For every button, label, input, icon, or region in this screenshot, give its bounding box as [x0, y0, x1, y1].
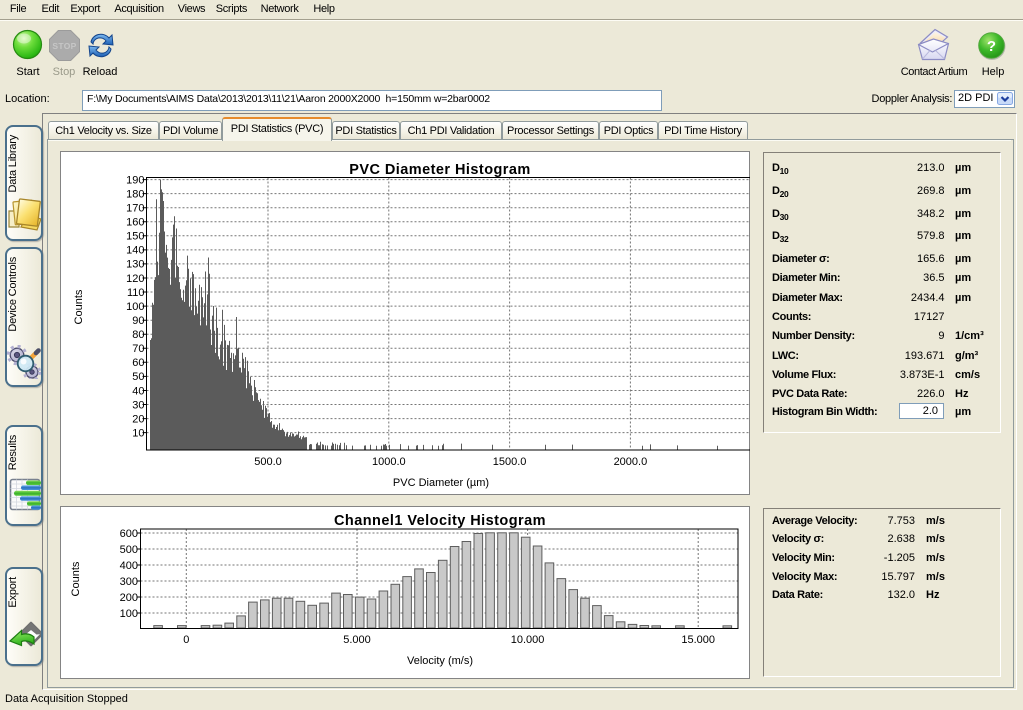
svg-text:10.000: 10.000 — [511, 634, 545, 646]
svg-text:70: 70 — [132, 343, 144, 355]
svg-text:180: 180 — [126, 188, 144, 200]
svg-text:STOP: STOP — [52, 41, 76, 51]
svg-text:600: 600 — [120, 528, 138, 540]
svg-text:PVC Diameter Histogram: PVC Diameter Histogram — [349, 162, 531, 178]
svg-text:130: 130 — [126, 259, 144, 271]
svg-text:150: 150 — [126, 231, 144, 243]
svg-text:Channel1 Velocity Histogram: Channel1 Velocity Histogram — [334, 513, 546, 529]
svg-text:100: 100 — [126, 301, 144, 313]
svg-text:Counts: Counts — [73, 289, 85, 324]
svg-text:120: 120 — [126, 273, 144, 285]
svg-text:0: 0 — [183, 634, 189, 646]
svg-text:400: 400 — [120, 560, 138, 572]
svg-text:500.0: 500.0 — [254, 456, 282, 468]
svg-text:5.000: 5.000 — [343, 634, 371, 646]
svg-text:PVC Diameter (µm): PVC Diameter (µm) — [393, 477, 489, 489]
svg-text:2000.0: 2000.0 — [614, 456, 648, 468]
svg-text:?: ? — [987, 38, 996, 55]
svg-text:140: 140 — [126, 245, 144, 257]
svg-text:50: 50 — [132, 371, 144, 383]
svg-text:500: 500 — [120, 544, 138, 556]
svg-text:30: 30 — [132, 399, 144, 411]
svg-text:1500.0: 1500.0 — [493, 456, 527, 468]
svg-text:80: 80 — [132, 329, 144, 341]
svg-text:Counts: Counts — [70, 561, 82, 596]
svg-text:Velocity (m/s): Velocity (m/s) — [407, 655, 473, 667]
svg-text:170: 170 — [126, 203, 144, 215]
svg-text:190: 190 — [126, 174, 144, 186]
svg-text:60: 60 — [132, 357, 144, 369]
svg-text:160: 160 — [126, 217, 144, 229]
svg-text:15.000: 15.000 — [681, 634, 715, 646]
svg-text:90: 90 — [132, 315, 144, 327]
svg-text:300: 300 — [120, 576, 138, 588]
svg-text:40: 40 — [132, 385, 144, 397]
svg-text:10: 10 — [132, 427, 144, 439]
svg-text:110: 110 — [127, 287, 145, 299]
svg-text:20: 20 — [132, 413, 144, 425]
svg-text:200: 200 — [120, 592, 138, 604]
svg-text:1000.0: 1000.0 — [372, 456, 406, 468]
svg-text:100: 100 — [120, 608, 138, 620]
